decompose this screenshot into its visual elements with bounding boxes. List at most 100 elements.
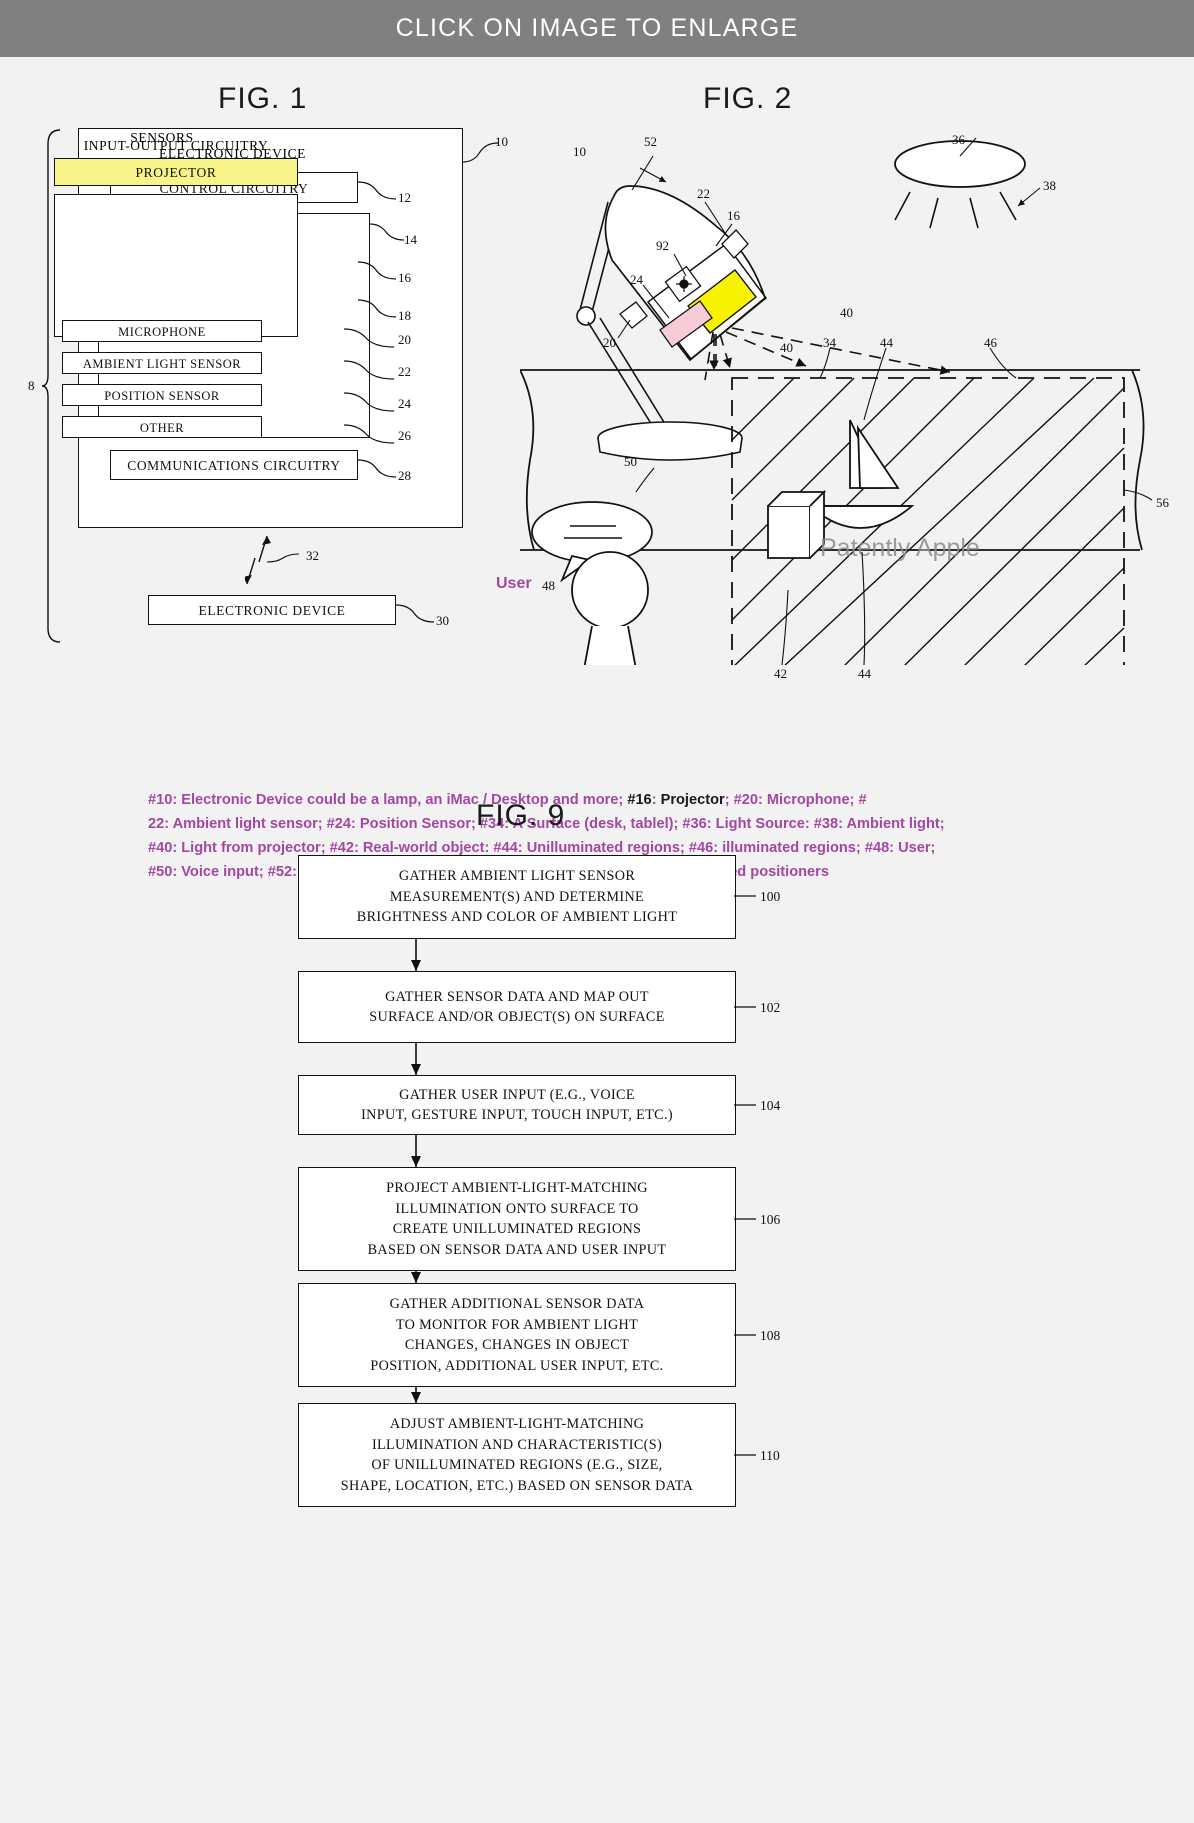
fig2-ref-56: 56 bbox=[1156, 495, 1169, 510]
fig2-ref-46: 46 bbox=[984, 335, 997, 350]
flow-step-110-line-2: ILLUMINATION AND CHARACTERISTIC(S) bbox=[371, 1436, 663, 1453]
fig2-ref-92: 92 bbox=[656, 238, 669, 253]
ref-22: 22 bbox=[398, 364, 411, 379]
ref-14: 14 bbox=[404, 232, 417, 247]
flow-step-106-line-4: BASED ON SENSOR DATA AND USER INPUT bbox=[367, 1241, 667, 1258]
fig2-ref-22: 22 bbox=[697, 186, 710, 201]
fig2-ref-42: 42 bbox=[774, 666, 787, 681]
fig2-ref-40-b: 40 bbox=[780, 340, 793, 355]
figure-1-title: FIG. 1 bbox=[218, 82, 308, 115]
enlarge-banner[interactable]: CLICK ON IMAGE TO ENLARGE bbox=[0, 0, 1194, 57]
flow-step-104: GATHER USER INPUT (E.G., VOICE INPUT, GE… bbox=[298, 1075, 736, 1135]
figure-2: Patently Apple 10 52 22 16 92 24 20 36 3… bbox=[496, 120, 1180, 681]
fig2-ref-40-a: 40 bbox=[840, 305, 853, 320]
projector-box: PROJECTOR bbox=[54, 158, 298, 186]
flow-leader-110 bbox=[734, 1454, 756, 1456]
flow-step-102: GATHER SENSOR DATA AND MAP OUT SURFACE A… bbox=[298, 971, 736, 1043]
leader-28 bbox=[357, 459, 397, 478]
figure-9-title: FIG. 9 bbox=[476, 799, 566, 832]
flow-ref-110: 110 bbox=[760, 1448, 780, 1463]
leader-24 bbox=[343, 392, 395, 412]
fig2-ref-44-b: 44 bbox=[858, 666, 871, 681]
flow-leader-108 bbox=[734, 1334, 756, 1336]
flow-step-110-line-1: ADJUST AMBIENT-LIGHT-MATCHING bbox=[389, 1416, 645, 1432]
ref-16: 16 bbox=[398, 270, 411, 285]
ref-20: 20 bbox=[398, 332, 411, 347]
flow-ref-100: 100 bbox=[760, 889, 781, 904]
fig2-ref-44-a: 44 bbox=[880, 335, 893, 350]
fig2-ref-36: 36 bbox=[952, 132, 965, 147]
flow-step-108-line-4: POSITION, ADDITIONAL USER INPUT, ETC. bbox=[370, 1357, 664, 1374]
flow-ref-104: 104 bbox=[760, 1098, 781, 1113]
flow-step-100-line-2: MEASUREMENT(S) AND DETERMINE bbox=[389, 888, 645, 905]
flow-step-102-line-1: GATHER SENSOR DATA AND MAP OUT bbox=[385, 988, 649, 1005]
fig2-ref-24: 24 bbox=[630, 272, 643, 287]
fig2-ref-38: 38 bbox=[1043, 178, 1056, 193]
sensor-row-microphone: MICROPHONE bbox=[62, 320, 262, 342]
ref-30: 30 bbox=[436, 613, 449, 628]
flow-step-104-line-2: INPUT, GESTURE INPUT, TOUCH INPUT, ETC.) bbox=[361, 1107, 673, 1123]
leader-26 bbox=[343, 424, 395, 444]
fig2-ref-16: 16 bbox=[727, 208, 740, 223]
flow-step-110-line-3: OF UNILLUMINATED REGIONS (E.G., SIZE, bbox=[371, 1457, 663, 1473]
sensors-box bbox=[54, 194, 298, 337]
communications-circuitry-box: COMMUNICATIONS CIRCUITRY bbox=[110, 450, 358, 480]
flow-step-106: PROJECT AMBIENT-LIGHT-MATCHING ILLUMINAT… bbox=[298, 1167, 736, 1271]
flow-step-102-line-2: SURFACE AND/OR OBJECT(S) ON SURFACE bbox=[369, 1009, 665, 1025]
flow-step-106-line-3: CREATE UNILLUMINATED REGIONS bbox=[392, 1221, 642, 1237]
figure-2-drawing: Patently Apple bbox=[520, 137, 1153, 665]
flow-ref-102: 102 bbox=[760, 1000, 781, 1015]
flow-ref-106: 106 bbox=[760, 1212, 781, 1227]
fig2-ref-48: 48 bbox=[542, 578, 555, 593]
fig2-ref-50: 50 bbox=[624, 454, 637, 469]
leader-16 bbox=[357, 261, 397, 280]
ref-28: 28 bbox=[398, 468, 411, 483]
flow-leader-100 bbox=[734, 895, 756, 897]
flow-step-100: GATHER AMBIENT LIGHT SENSOR MEASUREMENT(… bbox=[298, 855, 736, 939]
leader-22 bbox=[343, 360, 395, 380]
ref-18: 18 bbox=[398, 308, 411, 323]
ref-12: 12 bbox=[398, 190, 411, 205]
figure-1: 8 ELECTRONIC DEVICE 10 CONTROL CIRCUITRY… bbox=[28, 120, 510, 650]
leader-12 bbox=[357, 181, 397, 200]
bracket-ref-8: 8 bbox=[28, 378, 35, 393]
fig2-ref-20: 20 bbox=[603, 335, 616, 350]
flow-step-108-line-2: TO MONITOR FOR AMBIENT LIGHT bbox=[395, 1316, 639, 1333]
flow-step-110-line-4: SHAPE, LOCATION, ETC.) BASED ON SENSOR D… bbox=[340, 1477, 694, 1494]
electronic-device-2-box: ELECTRONIC DEVICE bbox=[148, 595, 396, 625]
flow-step-108: GATHER ADDITIONAL SENSOR DATA TO MONITOR… bbox=[298, 1283, 736, 1387]
flow-step-104-line-1: GATHER USER INPUT (E.G., VOICE bbox=[399, 1086, 635, 1103]
flow-step-106-line-1: PROJECT AMBIENT-LIGHT-MATCHING bbox=[386, 1180, 648, 1196]
flow-leader-102 bbox=[734, 1006, 756, 1008]
leader-14 bbox=[369, 223, 405, 241]
flow-ref-108: 108 bbox=[760, 1328, 781, 1343]
flow-step-110: ADJUST AMBIENT-LIGHT-MATCHING ILLUMINATI… bbox=[298, 1403, 736, 1507]
leader-30 bbox=[395, 604, 435, 623]
flow-step-106-line-2: ILLUMINATION ONTO SURFACE TO bbox=[395, 1200, 639, 1217]
enlarge-banner-label: CLICK ON IMAGE TO ENLARGE bbox=[395, 14, 799, 42]
fig2-ref-52: 52 bbox=[644, 134, 657, 149]
fig2-ref-34: 34 bbox=[823, 335, 836, 350]
ref-32: 32 bbox=[306, 548, 319, 563]
leader-18 bbox=[357, 299, 397, 318]
watermark-text: Patently Apple bbox=[820, 534, 980, 562]
figure-2-title: FIG. 2 bbox=[703, 82, 793, 115]
sensor-row-other: OTHER bbox=[62, 416, 262, 438]
ref-24: 24 bbox=[398, 396, 411, 411]
flow-step-100-line-3: BRIGHTNESS AND COLOR OF AMBIENT LIGHT bbox=[356, 909, 678, 926]
figure-9: FIG. 9 GATHER AMBIENT LIGHT SENSOR MEASU… bbox=[0, 795, 1194, 1823]
flow-step-108-line-3: CHANGES, CHANGES IN OBJECT bbox=[404, 1337, 630, 1353]
flow-step-108-line-1: GATHER ADDITIONAL SENSOR DATA bbox=[389, 1296, 645, 1312]
sensors-label: SENSORS bbox=[130, 130, 194, 145]
fig2-ref-10: 10 bbox=[573, 144, 586, 159]
leader-20 bbox=[343, 328, 395, 348]
link-arrow-32 bbox=[245, 535, 300, 585]
fig2-user-label: User bbox=[496, 575, 532, 592]
flow-leader-104 bbox=[734, 1104, 756, 1106]
ref-10: 10 bbox=[495, 134, 508, 149]
flow-step-100-line-1: GATHER AMBIENT LIGHT SENSOR bbox=[398, 868, 636, 885]
flow-leader-106 bbox=[734, 1218, 756, 1220]
sensor-row-position-sensor: POSITION SENSOR bbox=[62, 384, 262, 406]
ref-26: 26 bbox=[398, 428, 411, 443]
sensor-row-ambient-light-sensor: AMBIENT LIGHT SENSOR bbox=[62, 352, 262, 374]
